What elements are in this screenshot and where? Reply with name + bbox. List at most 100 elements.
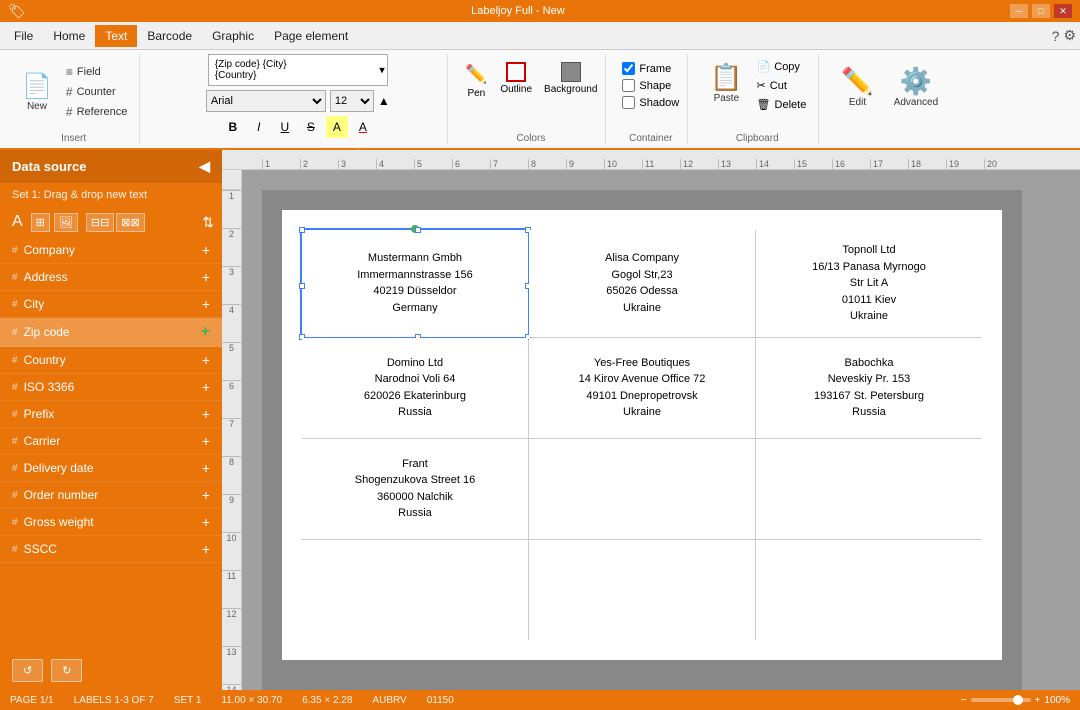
copy-item[interactable]: 📄 Copy: [753, 58, 811, 75]
background-icon: [561, 62, 581, 82]
menu-graphic[interactable]: Graphic: [202, 25, 264, 47]
resize-handle-ml[interactable]: [299, 283, 305, 289]
pen-button[interactable]: ✏️ Pen: [464, 62, 488, 99]
zoom-handle[interactable]: [1013, 695, 1023, 705]
city-add-icon[interactable]: +: [202, 296, 210, 312]
shadow-checkbox-input[interactable]: [622, 96, 635, 109]
label-cell-0[interactable]: Mustermann GmbhImmermannstrasse 15640219…: [302, 230, 528, 337]
sidebar-item-address[interactable]: # Address +: [0, 264, 222, 291]
country-add-icon[interactable]: +: [202, 352, 210, 368]
text-preview-dropdown[interactable]: ▾: [379, 64, 385, 77]
sidebar-item-delivery-date[interactable]: # Delivery date +: [0, 455, 222, 482]
zipcode-add-icon[interactable]: +: [201, 323, 210, 341]
close-button[interactable]: ✕: [1054, 4, 1072, 18]
sidebar-item-iso3366[interactable]: # ISO 3366 +: [0, 374, 222, 401]
label-cell-4[interactable]: Yes-Free Boutiques14 Kirov Avenue Office…: [529, 338, 755, 438]
label-cell-11[interactable]: [756, 540, 982, 640]
delivery-add-icon[interactable]: +: [202, 460, 210, 476]
background-button[interactable]: Background: [544, 62, 597, 95]
shape-checkbox-input[interactable]: [622, 79, 635, 92]
iso-add-icon[interactable]: +: [202, 379, 210, 395]
ruler-marks: 1 2 3 4 5 6 7 8 9 10 11 12 13 14 15 16 1…: [262, 159, 1080, 169]
resize-handle-tl[interactable]: [299, 227, 305, 233]
address-add-icon[interactable]: +: [202, 269, 210, 285]
reference-item[interactable]: # Reference: [62, 103, 131, 121]
label-cell-6[interactable]: FrantShogenzukova Street 16360000 Nalchi…: [302, 439, 528, 539]
label-cell-5[interactable]: BabochkaNeveskiy Pr. 153193167 St. Peter…: [756, 338, 982, 438]
sidebar-refresh-button[interactable]: ↺: [12, 659, 43, 682]
paste-button[interactable]: 📋 Paste: [704, 58, 748, 108]
sidebar-add-text-button[interactable]: A: [8, 211, 27, 233]
field-item[interactable]: ≡ Field: [62, 63, 131, 81]
menu-home[interactable]: Home: [43, 25, 95, 47]
menu-barcode[interactable]: Barcode: [137, 25, 202, 47]
sscc-add-icon[interactable]: +: [202, 541, 210, 557]
resize-handle-tm[interactable]: [415, 227, 421, 233]
cut-item[interactable]: ✂ Cut: [753, 77, 811, 94]
menu-bar: File Home Text Barcode Graphic Page elem…: [0, 22, 1080, 50]
shape-checkbox[interactable]: Shape: [622, 79, 679, 92]
sidebar-sort-button[interactable]: ⇅: [202, 214, 214, 231]
italic-button[interactable]: I: [248, 116, 270, 138]
advanced-button[interactable]: ⚙️ Advanced: [888, 62, 944, 112]
shadow-checkbox[interactable]: Shadow: [622, 96, 679, 109]
help-button[interactable]: ?: [1052, 27, 1060, 44]
strikethrough-button[interactable]: S: [300, 116, 322, 138]
sidebar-table-button[interactable]: ⊞: [31, 213, 50, 232]
counter-item[interactable]: # Counter: [62, 83, 131, 101]
minimize-button[interactable]: ─: [1010, 4, 1028, 18]
label-cell-3[interactable]: Domino LtdNarodnoi Voli 64620026 Ekateri…: [302, 338, 528, 438]
order-add-icon[interactable]: +: [202, 487, 210, 503]
zoom-out-button[interactable]: −: [961, 695, 967, 706]
sidebar-item-order-number[interactable]: # Order number +: [0, 482, 222, 509]
frame-checkbox-input[interactable]: [622, 62, 635, 75]
sidebar-item-country[interactable]: # Country +: [0, 347, 222, 374]
frame-checkbox[interactable]: Frame: [622, 62, 679, 75]
delete-item[interactable]: 🗑 Delete: [753, 96, 811, 113]
sidebar-layout-btn2[interactable]: ⊠⊠: [116, 213, 144, 232]
new-button[interactable]: 📄 New: [16, 68, 58, 116]
copy-icon: 📄: [757, 60, 771, 73]
sidebar-item-sscc[interactable]: # SSCC +: [0, 536, 222, 563]
maximize-button[interactable]: □: [1032, 4, 1050, 18]
label-cell-2[interactable]: Topnoll Ltd16/13 Panasa MyrnogoStr Lit A…: [756, 230, 982, 337]
menu-file[interactable]: File: [4, 25, 43, 47]
canvas-area[interactable]: 1 2 3 4 5 6 7 8 9 10 11 12 13 14 15 16 1…: [222, 150, 1080, 690]
bold-button[interactable]: B: [222, 116, 244, 138]
edit-group: ✏️ Edit ⚙️ Advanced: [827, 54, 952, 144]
underline-color-button[interactable]: A: [352, 116, 374, 138]
insert-items: 📄 New ≡ Field # Counter # Reference: [16, 54, 131, 129]
prefix-add-icon[interactable]: +: [202, 406, 210, 422]
sidebar-image-button[interactable]: 🖼: [54, 213, 78, 232]
settings-button[interactable]: ⚙: [1063, 27, 1076, 44]
company-add-icon[interactable]: +: [202, 242, 210, 258]
edit-button[interactable]: ✏️ Edit: [835, 62, 879, 112]
sidebar-item-prefix[interactable]: # Prefix +: [0, 401, 222, 428]
label-cell-9[interactable]: [302, 540, 528, 640]
highlight-button[interactable]: A: [326, 116, 348, 138]
underline-button[interactable]: U: [274, 116, 296, 138]
label-cell-10[interactable]: [529, 540, 755, 640]
sidebar-item-gross-weight[interactable]: # Gross weight +: [0, 509, 222, 536]
label-cell-7[interactable]: [529, 439, 755, 539]
zoom-in-button[interactable]: +: [1035, 695, 1041, 706]
sidebar-item-carrier[interactable]: # Carrier +: [0, 428, 222, 455]
menu-text[interactable]: Text: [95, 25, 137, 47]
outline-button[interactable]: Outline: [500, 62, 532, 95]
sidebar-layout-btn1[interactable]: ⊟⊟: [86, 213, 114, 232]
sidebar-close-button[interactable]: ◀: [199, 158, 210, 175]
label-cell-1[interactable]: Alisa CompanyGogol Str,2365026 OdessaUkr…: [529, 230, 755, 337]
reference-icon: #: [66, 105, 73, 119]
font-size-select[interactable]: 12 8 10 14 16: [330, 90, 374, 112]
font-size-up-icon[interactable]: ▲: [378, 94, 390, 108]
menu-page-element[interactable]: Page element: [264, 25, 358, 47]
label-cell-8[interactable]: [756, 439, 982, 539]
sidebar-settings-button[interactable]: ↻: [51, 659, 82, 682]
font-select[interactable]: Arial: [206, 90, 326, 112]
carrier-add-icon[interactable]: +: [202, 433, 210, 449]
gross-add-icon[interactable]: +: [202, 514, 210, 530]
sidebar-toolbar: A ⊞ 🖼 ⊟⊟ ⊠⊠ ⇅: [0, 207, 222, 237]
sidebar-item-zipcode[interactable]: # Zip code +: [0, 318, 222, 347]
sidebar-item-city[interactable]: # City +: [0, 291, 222, 318]
sidebar-item-company[interactable]: # Company +: [0, 237, 222, 264]
